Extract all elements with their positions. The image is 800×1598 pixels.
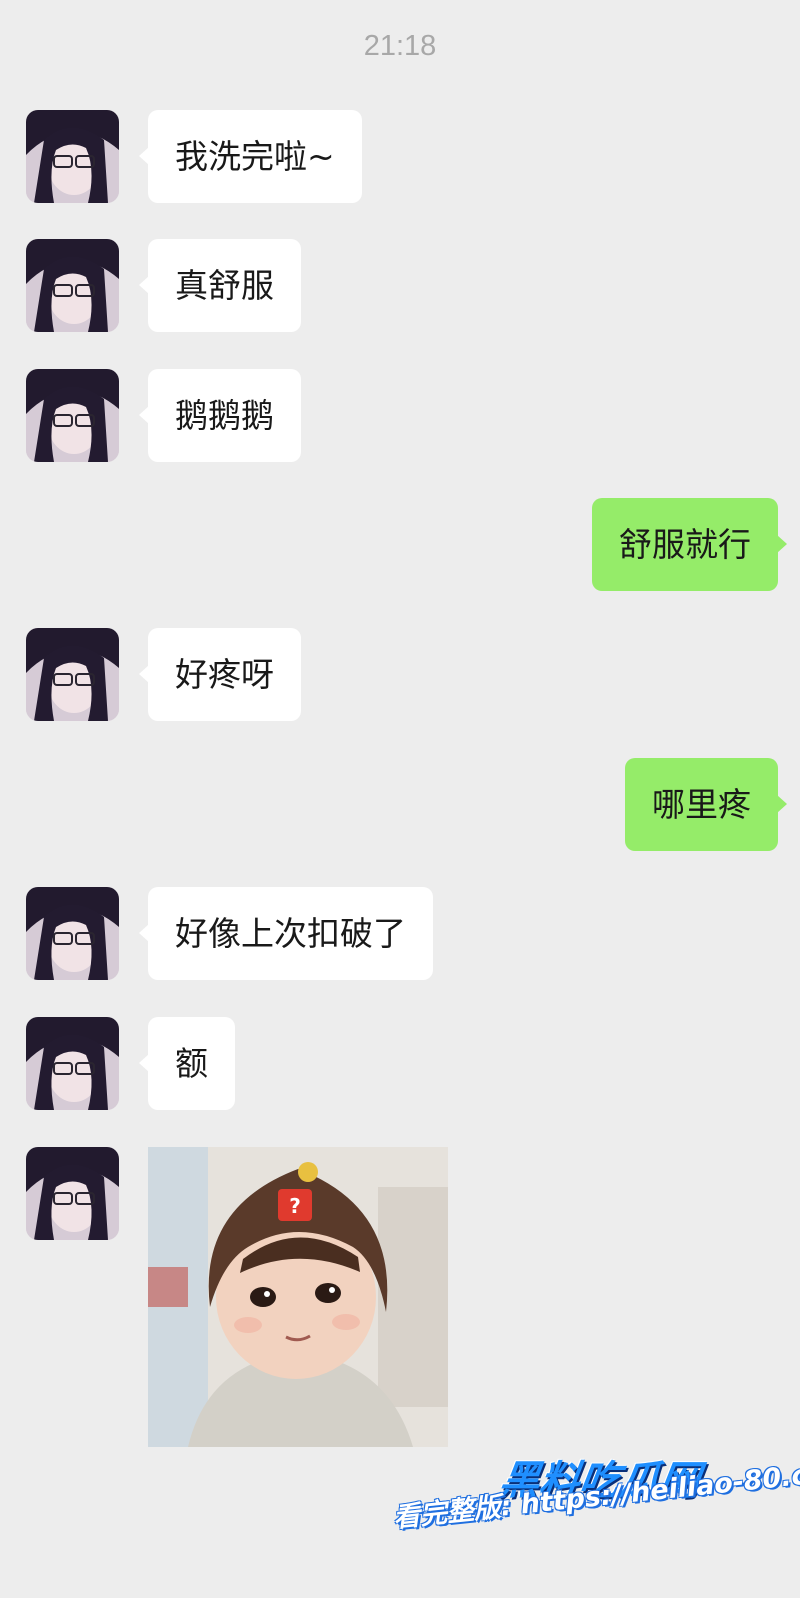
message-row: 鹅鹅鹅: [0, 369, 800, 462]
contact-avatar[interactable]: [26, 628, 119, 721]
incoming-message-bubble[interactable]: 好疼呀: [139, 628, 301, 721]
incoming-message-bubble[interactable]: 好像上次扣破了: [139, 887, 433, 980]
confused-child-sticker-icon[interactable]: ?: [148, 1147, 448, 1447]
message-row: ?: [0, 1147, 800, 1447]
incoming-message-bubble[interactable]: 鹅鹅鹅: [139, 369, 301, 462]
message-row: 真舒服: [0, 239, 800, 332]
question-badge: ?: [289, 1194, 301, 1218]
message-row: 舒服就行: [0, 498, 800, 591]
incoming-message-bubble[interactable]: 我洗完啦~: [139, 110, 362, 203]
incoming-message-bubble[interactable]: 真舒服: [139, 239, 301, 332]
contact-avatar[interactable]: [26, 887, 119, 980]
message-row: 好疼呀: [0, 628, 800, 721]
contact-avatar[interactable]: [26, 110, 119, 203]
message-row: 我洗完啦~: [0, 110, 800, 203]
timestamp: 21:18: [363, 30, 437, 62]
message-row: 好像上次扣破了: [0, 887, 800, 980]
contact-avatar[interactable]: [26, 369, 119, 462]
outgoing-message-bubble[interactable]: 舒服就行: [592, 498, 787, 591]
message-row: 哪里疼: [0, 758, 800, 851]
contact-avatar[interactable]: [26, 1017, 119, 1110]
incoming-message-bubble[interactable]: 额: [139, 1017, 235, 1110]
outgoing-message-bubble[interactable]: 哪里疼: [625, 758, 787, 851]
message-row: 额: [0, 1017, 800, 1110]
contact-avatar[interactable]: [26, 1147, 119, 1240]
contact-avatar[interactable]: [26, 239, 119, 332]
